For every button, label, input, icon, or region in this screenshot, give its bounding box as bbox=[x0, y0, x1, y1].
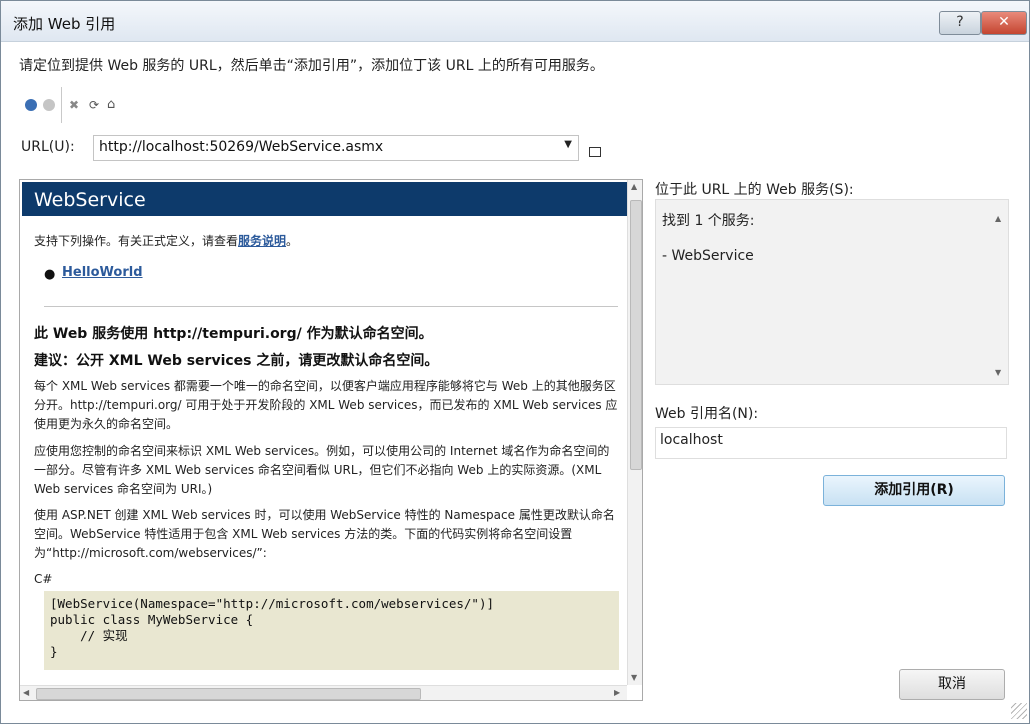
bullet-icon: ● bbox=[44, 267, 56, 282]
vertical-scroll-thumb[interactable] bbox=[630, 200, 642, 470]
namespace-notice: 此 Web 服务使用 http://tempuri.org/ 作为默认命名空间。 bbox=[34, 326, 433, 342]
resize-grip-icon[interactable] bbox=[1011, 703, 1027, 719]
paragraph-2: 应使用您控制的命名空间来标识 XML Web services。例如，可以使用公… bbox=[34, 444, 610, 496]
dialog-title: 添加 Web 引用 bbox=[13, 15, 116, 33]
web-page: WebService 支持下列操作。有关正式定义，请查看服务说明。 ● Hell… bbox=[20, 180, 627, 685]
scroll-down-icon[interactable]: ▼ bbox=[631, 673, 637, 682]
web-reference-name-value[interactable]: localhost bbox=[660, 432, 723, 448]
web-reference-name-input[interactable]: localhost bbox=[655, 427, 1007, 459]
forward-icon[interactable] bbox=[41, 97, 57, 113]
scroll-right-icon[interactable]: ▶ bbox=[614, 688, 620, 697]
close-button[interactable]: ✕ bbox=[981, 11, 1027, 35]
stop-icon[interactable]: ✖ bbox=[69, 97, 85, 113]
code-text: [WebService(Namespace="http://microsoft.… bbox=[50, 596, 495, 659]
paragraph-3: 使用 ASP.NET 创建 XML Web services 时，可以使用 We… bbox=[34, 508, 615, 560]
cancel-button[interactable]: 取消 bbox=[899, 669, 1005, 700]
home-icon[interactable]: ⌂ bbox=[107, 97, 123, 113]
scroll-up-icon[interactable]: ▲ bbox=[995, 214, 1001, 223]
support-text: 支持下列操作。有关正式定义，请查看服务说明。 bbox=[34, 232, 298, 249]
helloworld-link[interactable]: HelloWorld bbox=[62, 265, 143, 280]
url-input[interactable]: http://localhost:50269/WebService.asmx bbox=[99, 139, 383, 155]
instruction-text: 请定位到提供 Web 服务的 URL，然后单击“添加引用”，添加位丁该 URL … bbox=[19, 58, 604, 74]
scroll-up-icon[interactable]: ▲ bbox=[631, 182, 637, 191]
scroll-down-icon[interactable]: ▼ bbox=[995, 368, 1001, 377]
browser-pane: WebService 支持下列操作。有关正式定义，请查看服务说明。 ● Hell… bbox=[19, 179, 643, 701]
horizontal-scroll-thumb[interactable] bbox=[36, 688, 421, 700]
services-found-text: 找到 1 个服务: bbox=[662, 213, 755, 229]
recommendation: 建议：公开 XML Web services 之前，请更改默认命名空间。 bbox=[34, 353, 439, 369]
go-icon[interactable] bbox=[589, 147, 601, 157]
title-bar: 添加 Web 引用 ? ✕ bbox=[1, 1, 1029, 42]
back-icon[interactable] bbox=[23, 97, 39, 113]
support-suffix: 。 bbox=[286, 234, 299, 248]
support-label: 支持下列操作。有关正式定义，请查看 bbox=[34, 234, 239, 248]
page-header: WebService bbox=[22, 182, 627, 216]
services-scrollbar[interactable]: ▲ ▼ bbox=[992, 204, 1006, 380]
help-button[interactable]: ? bbox=[939, 11, 981, 35]
services-label: 位于此 URL 上的 Web 服务(S): bbox=[655, 182, 854, 198]
refresh-icon[interactable]: ⟳ bbox=[89, 97, 105, 113]
vertical-scrollbar[interactable]: ▲ ▼ bbox=[627, 180, 642, 685]
horizontal-scrollbar[interactable]: ◀ ▶ bbox=[20, 685, 627, 700]
paragraph-1: 每个 XML Web services 都需要一个唯一的命名空间，以便客户端应用… bbox=[34, 379, 618, 431]
url-label: URL(U): bbox=[21, 139, 75, 155]
code-sample: [WebService(Namespace="http://microsoft.… bbox=[44, 591, 619, 670]
code-language-label: C# bbox=[34, 572, 53, 586]
services-list[interactable]: 找到 1 个服务: - WebService ▲ ▼ bbox=[655, 199, 1009, 385]
url-combobox[interactable]: http://localhost:50269/WebService.asmx ▼ bbox=[93, 135, 579, 161]
add-web-reference-dialog: 添加 Web 引用 ? ✕ 请定位到提供 Web 服务的 URL，然后单击“添加… bbox=[0, 0, 1030, 724]
divider bbox=[44, 306, 618, 307]
web-reference-name-label: Web 引用名(N): bbox=[655, 406, 759, 422]
scroll-left-icon[interactable]: ◀ bbox=[23, 688, 29, 697]
chevron-down-icon[interactable]: ▼ bbox=[564, 139, 572, 150]
toolbar-divider bbox=[61, 87, 62, 123]
add-reference-button[interactable]: 添加引用(R) bbox=[823, 475, 1005, 506]
list-item[interactable]: - WebService bbox=[662, 248, 754, 264]
page-title: WebService bbox=[34, 189, 146, 211]
service-description-link[interactable]: 服务说明 bbox=[238, 234, 286, 248]
